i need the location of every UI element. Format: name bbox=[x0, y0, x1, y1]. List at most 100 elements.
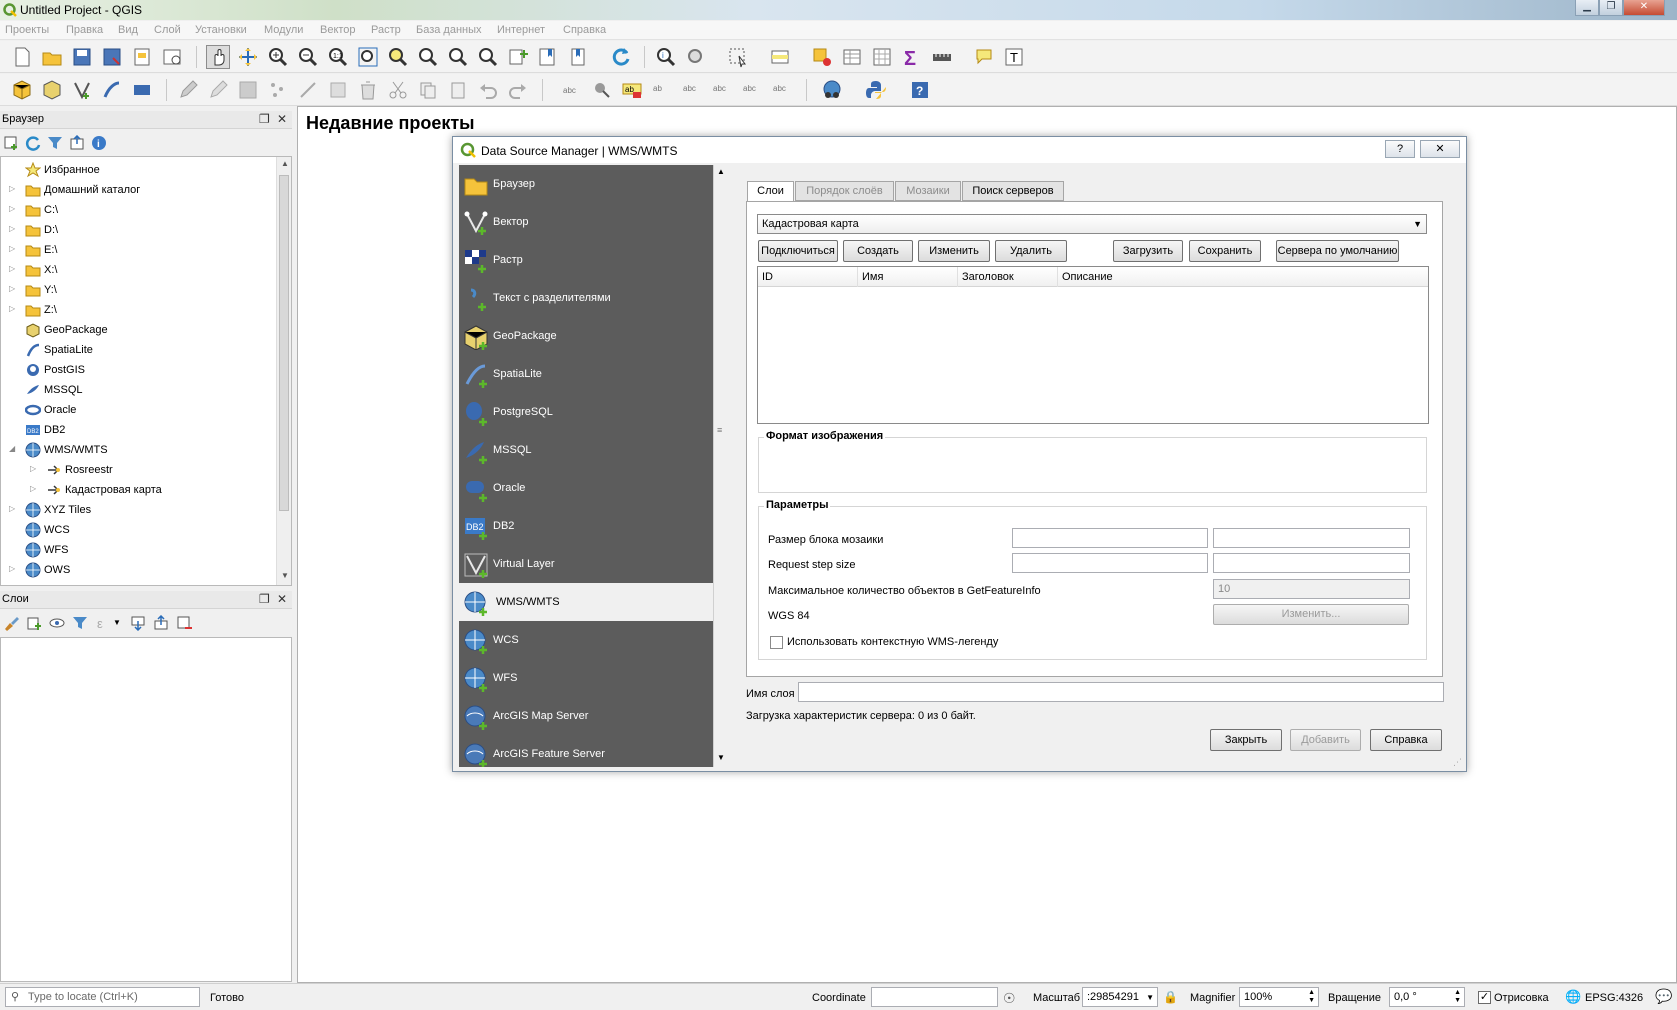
browser-item-кадастровая-карта[interactable]: ▷ Кадастровая карта bbox=[1, 481, 271, 499]
messages-icon[interactable]: 💬 bbox=[1655, 988, 1672, 1005]
run-feature-action-icon[interactable] bbox=[684, 45, 708, 69]
refresh-icon[interactable] bbox=[25, 135, 41, 151]
sidebar-item-mssql[interactable]: MSSQL bbox=[459, 431, 713, 469]
expand-arrow-icon[interactable]: ▷ bbox=[9, 244, 15, 253]
style-brush-icon[interactable] bbox=[3, 615, 19, 631]
save-as-icon[interactable] bbox=[100, 45, 124, 69]
menu-raster[interactable]: Растр bbox=[371, 24, 401, 36]
add-selected-layers-icon[interactable] bbox=[3, 135, 19, 151]
statistics-sigma-icon[interactable]: Σ bbox=[900, 45, 924, 70]
browser-item-y[interactable]: ▷ Y:\ bbox=[1, 281, 271, 299]
label-pin-diagram-icon[interactable]: abc bbox=[770, 78, 794, 102]
browser-scrollbar[interactable]: ▲ ▼ bbox=[276, 157, 291, 585]
text-annotation-icon[interactable]: T bbox=[1002, 45, 1026, 69]
render-checkbox[interactable]: ✓ bbox=[1478, 991, 1491, 1004]
info-icon[interactable]: i bbox=[91, 135, 107, 151]
default-servers-button[interactable]: Сервера по умолчанию bbox=[1276, 240, 1399, 262]
zoom-in-icon[interactable] bbox=[266, 45, 290, 69]
label-pin-icon[interactable] bbox=[590, 78, 614, 102]
save-button[interactable]: Сохранить bbox=[1189, 240, 1261, 262]
browser-item-db2[interactable]: DB2 DB2 bbox=[1, 421, 271, 439]
browser-item-wcs[interactable]: WCS bbox=[1, 521, 271, 539]
menu-plugins[interactable]: Модули bbox=[264, 24, 303, 36]
tile-height-input[interactable] bbox=[1213, 528, 1410, 548]
menu-settings[interactable]: Установки bbox=[195, 24, 247, 36]
step-height-input[interactable] bbox=[1213, 553, 1410, 573]
help-contents-icon[interactable]: ? bbox=[908, 78, 932, 102]
python-console-icon[interactable] bbox=[864, 78, 888, 102]
magnifier-spinbox[interactable]: 100% ▲ ▼ bbox=[1239, 987, 1319, 1007]
zoom-next-icon[interactable] bbox=[476, 45, 500, 69]
connection-select[interactable]: Кадастровая карта ▼ bbox=[757, 214, 1427, 234]
label-move-icon[interactable]: ab bbox=[650, 78, 674, 102]
show-bookmarks-icon[interactable] bbox=[566, 45, 590, 69]
map-tips-icon[interactable] bbox=[972, 45, 996, 69]
close-button[interactable]: Закрыть bbox=[1210, 729, 1282, 751]
sidebar-item-spatialite[interactable]: SpatiaLite bbox=[459, 355, 713, 393]
expand-arrow-icon[interactable]: ▷ bbox=[9, 504, 15, 513]
select-by-attribute-icon[interactable] bbox=[768, 45, 792, 69]
help-button[interactable]: Справка bbox=[1370, 729, 1442, 751]
new-virtual-layer-icon[interactable] bbox=[130, 78, 154, 102]
new-project-icon[interactable] bbox=[10, 45, 34, 69]
pan-to-selection-icon[interactable] bbox=[236, 45, 260, 69]
sidebar-item-текст-с-разделителями[interactable]: Текст с разделителями bbox=[459, 279, 713, 317]
crs-globe-icon[interactable]: 🌐 bbox=[1565, 989, 1581, 1005]
tab-layers[interactable]: Слои bbox=[747, 181, 794, 202]
resize-grip-icon[interactable]: ⋰ bbox=[1453, 757, 1462, 768]
identify-icon[interactable]: i bbox=[654, 45, 678, 69]
create-button[interactable]: Создать bbox=[843, 240, 913, 262]
label-abc-icon[interactable]: abc bbox=[560, 78, 584, 102]
sidebar-item-wcs[interactable]: WCS bbox=[459, 621, 713, 659]
connect-button[interactable]: Подключиться bbox=[758, 240, 838, 262]
vertex-tool-icon[interactable] bbox=[326, 78, 350, 102]
float-dock-icon[interactable]: ❐ bbox=[259, 112, 270, 126]
zoom-native-icon[interactable]: 1:1 bbox=[326, 45, 350, 69]
add-group-icon[interactable] bbox=[26, 615, 42, 631]
crs-value[interactable]: EPSG:4326 bbox=[1585, 992, 1643, 1004]
browser-item-spatialite[interactable]: SpatiaLite bbox=[1, 341, 271, 359]
delete-trash-icon[interactable] bbox=[356, 78, 380, 102]
remove-layer-icon[interactable] bbox=[176, 615, 192, 631]
tile-width-input[interactable] bbox=[1012, 528, 1208, 548]
sidebar-item-wfs[interactable]: WFS bbox=[459, 659, 713, 697]
menu-vector[interactable]: Вектор bbox=[320, 24, 356, 36]
filter-expression-icon[interactable]: ε bbox=[95, 615, 111, 631]
close-window-button[interactable]: ✕ bbox=[1623, 0, 1665, 16]
spin-arrows-icon[interactable]: ▲ ▼ bbox=[1308, 989, 1315, 1005]
step-width-input[interactable] bbox=[1012, 553, 1208, 573]
column-header-description[interactable]: Описание bbox=[1058, 267, 1428, 287]
expand-arrow-open-icon[interactable]: ◢ bbox=[9, 444, 15, 453]
toggle-edit-icon[interactable] bbox=[206, 78, 230, 102]
sidebar-item-postgresql[interactable]: PostgreSQL bbox=[459, 393, 713, 431]
collapse-all-icon[interactable] bbox=[69, 135, 85, 151]
tab-layer-order[interactable]: Порядок слоёв bbox=[795, 181, 894, 201]
cut-scissors-icon[interactable] bbox=[386, 78, 410, 102]
sidebar-item-wms-wmts[interactable]: WMS/WMTS bbox=[459, 583, 713, 621]
sidebar-item-db2[interactable]: DB2 DB2 bbox=[459, 507, 713, 545]
label-change-icon[interactable]: abc bbox=[740, 78, 764, 102]
layout-manager-icon[interactable] bbox=[160, 45, 184, 69]
new-shapefile-icon[interactable] bbox=[70, 78, 94, 102]
edit-button[interactable]: Изменить bbox=[918, 240, 990, 262]
select-features-icon[interactable] bbox=[726, 45, 750, 69]
layers-tree[interactable] bbox=[0, 637, 292, 982]
lock-scale-icon[interactable]: 🔒 bbox=[1163, 990, 1178, 1004]
zoom-last-icon[interactable] bbox=[446, 45, 470, 69]
expand-all-icon[interactable] bbox=[130, 615, 146, 631]
delete-button[interactable]: Удалить bbox=[995, 240, 1067, 262]
web-globe-binoculars-icon[interactable] bbox=[820, 78, 844, 102]
sidebar-item-virtual-layer[interactable]: Virtual Layer bbox=[459, 545, 713, 583]
spin-arrows-icon[interactable]: ▲ ▼ bbox=[1454, 989, 1461, 1005]
open-project-icon[interactable] bbox=[40, 45, 64, 69]
new-geopackage-icon[interactable] bbox=[40, 78, 64, 102]
filter-legend-icon[interactable] bbox=[72, 615, 88, 631]
save-edits-icon[interactable] bbox=[236, 78, 260, 102]
coordinate-input[interactable] bbox=[871, 987, 998, 1007]
sidebar-item-oracle[interactable]: Oracle bbox=[459, 469, 713, 507]
expand-arrow-icon[interactable]: ▷ bbox=[9, 264, 15, 273]
browser-item-ows[interactable]: ▷ OWS bbox=[1, 561, 271, 579]
save-project-icon[interactable] bbox=[70, 45, 94, 69]
collapse-all-icon[interactable] bbox=[153, 615, 169, 631]
expand-arrow-icon[interactable]: ▷ bbox=[9, 224, 15, 233]
